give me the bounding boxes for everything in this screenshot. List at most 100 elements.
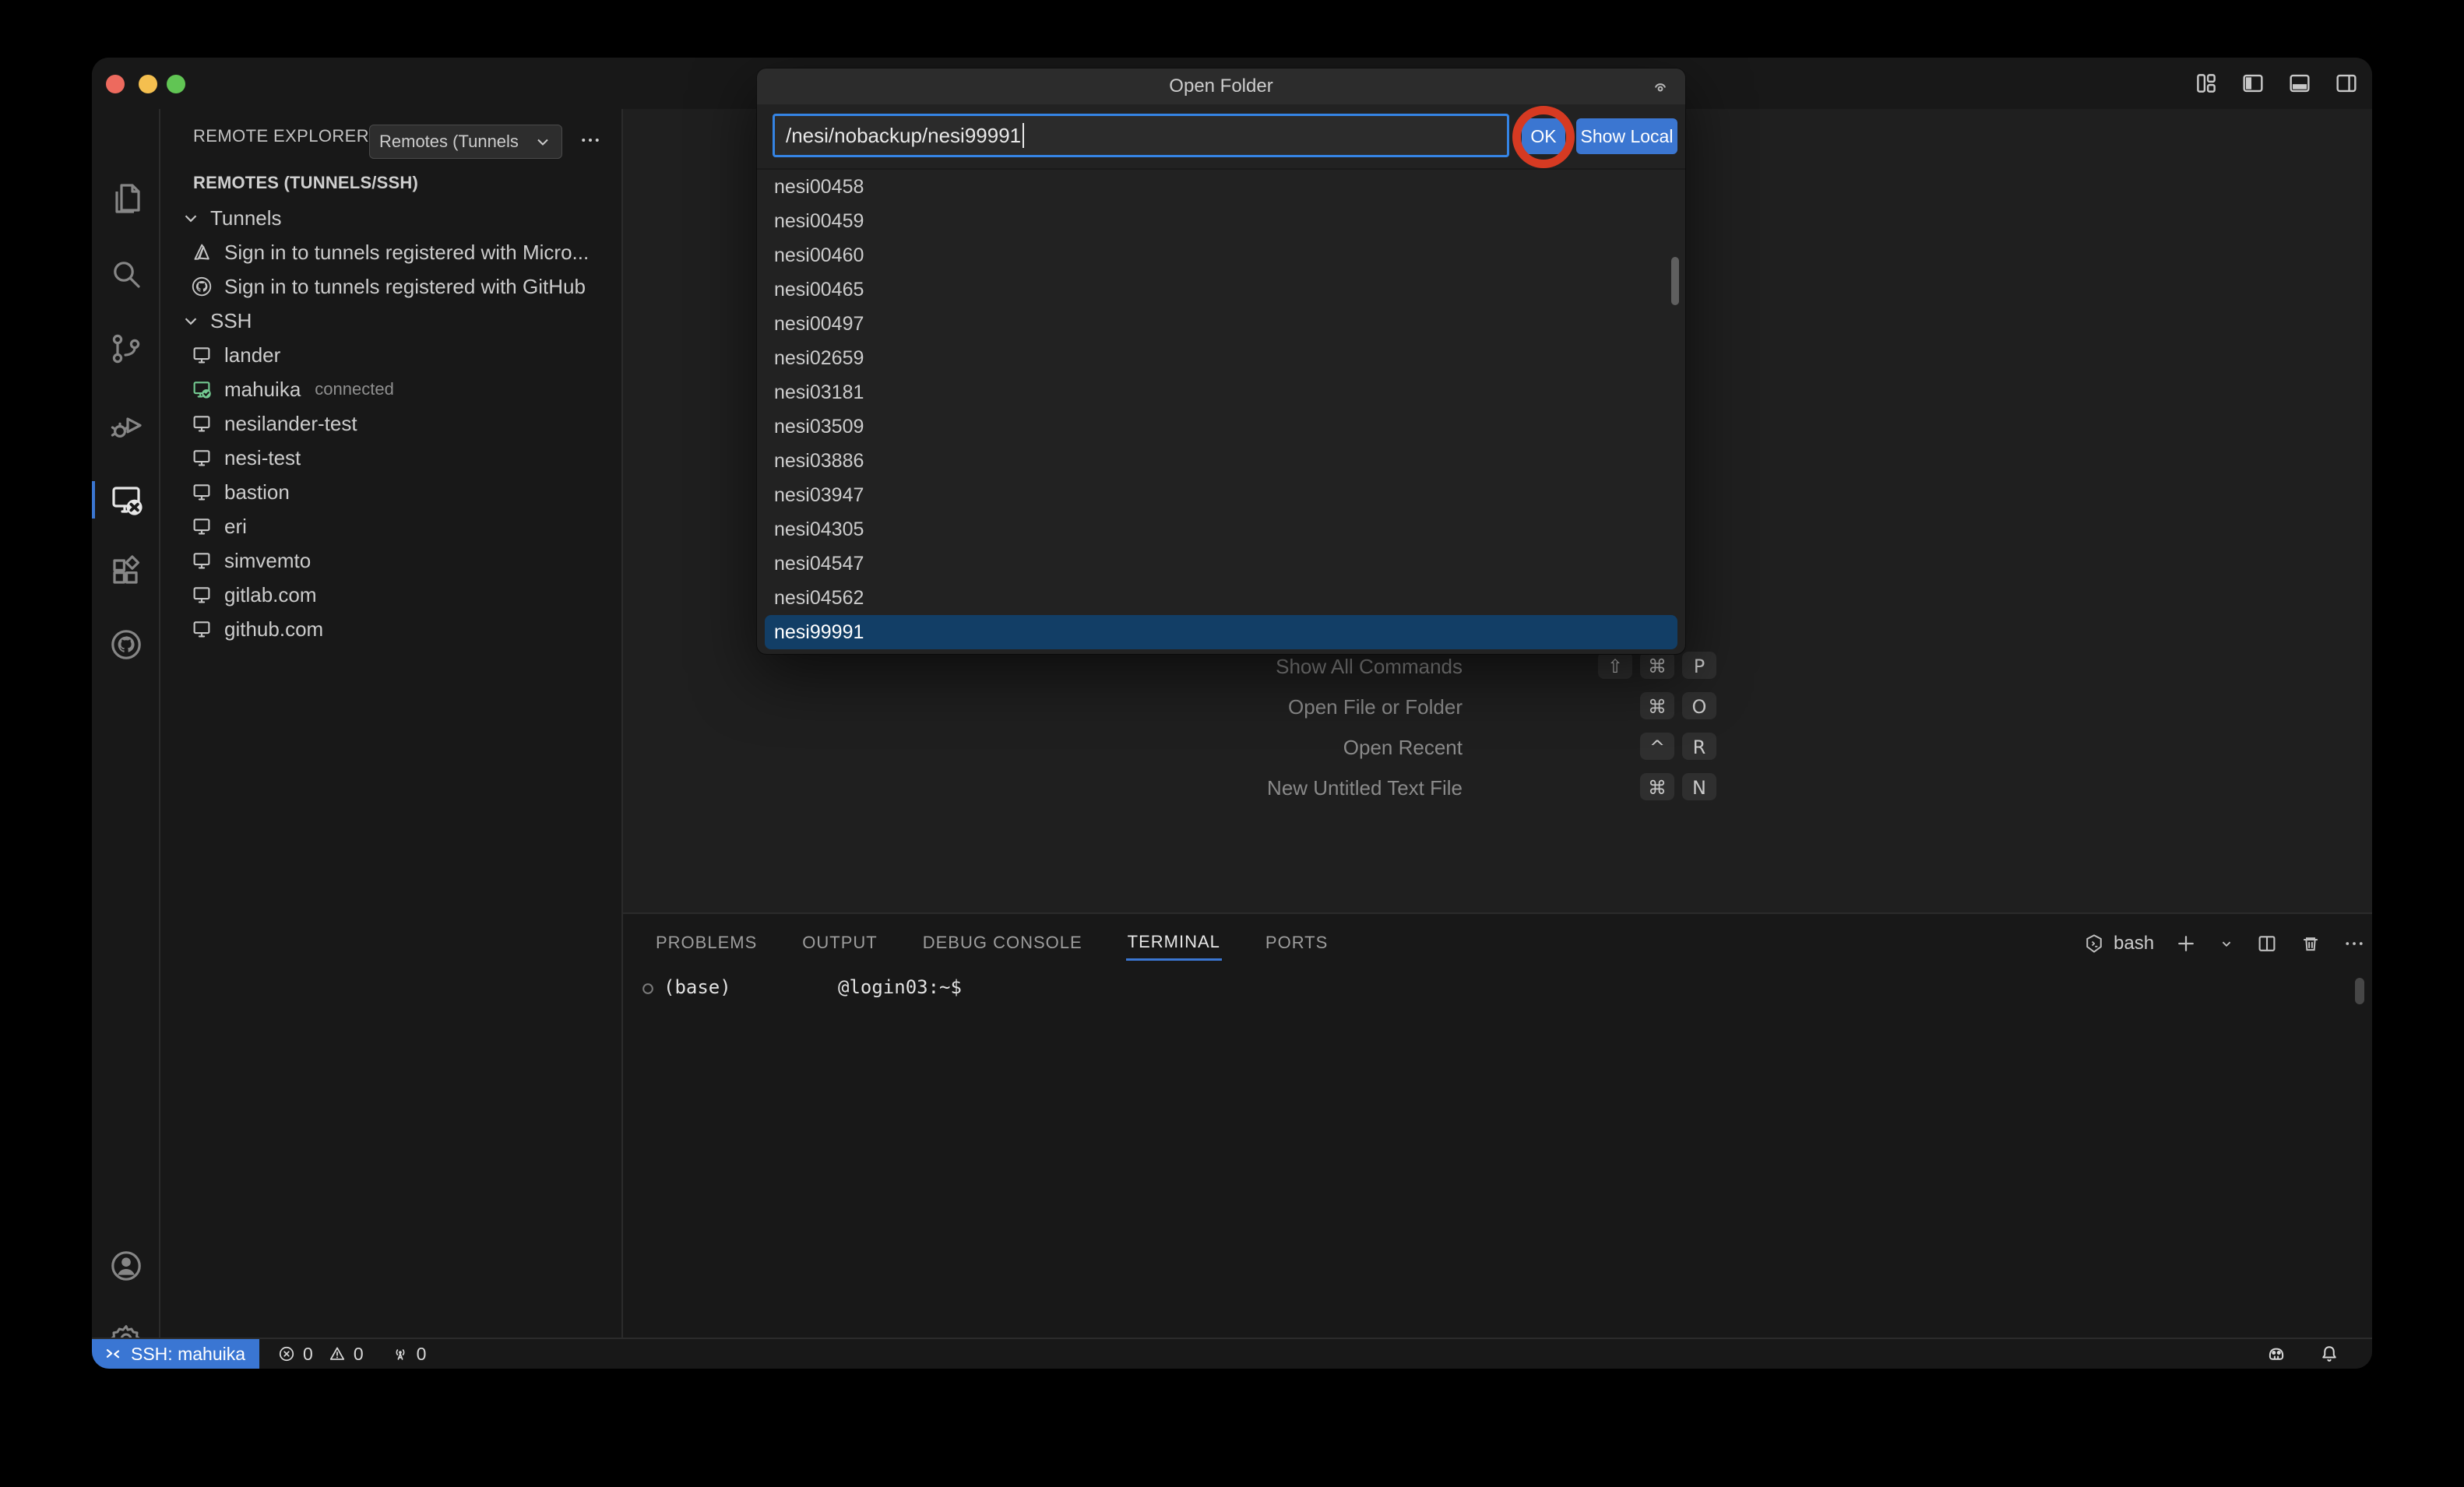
tab-ports[interactable]: PORTS: [1264, 926, 1329, 959]
tab-terminal[interactable]: TERMINAL: [1126, 926, 1222, 961]
tree-item-label: mahuika: [224, 378, 301, 402]
tree-item-nesilander-test[interactable]: nesilander-test: [190, 406, 617, 441]
remotes-type-dropdown[interactable]: Remotes (Tunnels: [369, 125, 562, 159]
tree-item-signin-github[interactable]: Sign in to tunnels registered with GitHu…: [190, 269, 617, 304]
tree-item-label: nesilander-test: [224, 412, 357, 436]
warning-icon: [327, 1344, 347, 1364]
more-actions-icon[interactable]: [576, 123, 604, 157]
list-item[interactable]: nesi00459: [757, 204, 1685, 238]
show-local-button[interactable]: Show Local: [1576, 118, 1677, 154]
tree-group-label: Tunnels: [210, 206, 282, 230]
text-cursor: [1023, 123, 1024, 148]
tree-item-bastion[interactable]: bastion: [190, 475, 617, 509]
radio-tower-icon: [390, 1344, 410, 1364]
desktop: REMOTE EXPLORER Remotes (Tunnels REMOTES…: [0, 0, 2464, 1487]
copilot-icon[interactable]: [2265, 1342, 2288, 1366]
ports-status[interactable]: 0: [390, 1339, 427, 1369]
keycap-letter: O: [1682, 692, 1716, 722]
list-item[interactable]: nesi04562: [757, 581, 1685, 615]
tree-item-label: bastion: [224, 480, 290, 504]
close-window-button[interactable]: [106, 75, 125, 93]
tree-item-label: gitlab.com: [224, 583, 317, 607]
list-item[interactable]: nesi00497: [757, 307, 1685, 341]
watermark-row: Open Recent ^ R: [871, 730, 1716, 765]
toggle-secondary-sidebar-icon[interactable]: [2333, 70, 2360, 97]
list-item[interactable]: nesi03509: [757, 410, 1685, 444]
problems-status[interactable]: 0 0: [276, 1339, 364, 1369]
list-item[interactable]: nesi04547: [757, 547, 1685, 581]
folder-path-input[interactable]: /nesi/nobackup/nesi99991: [773, 114, 1509, 157]
vm-icon: [190, 412, 213, 435]
tree-item-gitlab[interactable]: gitlab.com: [190, 578, 617, 612]
github-view-icon[interactable]: [107, 626, 145, 663]
watermark-command-label: Open Recent: [871, 736, 1463, 760]
launch-profile-chevron-icon[interactable]: [2218, 932, 2235, 955]
customize-layout-icon[interactable]: [2193, 70, 2219, 97]
panel-tab-bar: PROBLEMS OUTPUT DEBUG CONSOLE TERMINAL P…: [654, 922, 1329, 964]
list-item[interactable]: nesi03947: [757, 478, 1685, 512]
search-icon[interactable]: [107, 255, 145, 293]
list-scrollbar-thumb[interactable]: [1671, 257, 1679, 305]
run-debug-icon[interactable]: [107, 406, 145, 444]
tree-item-mahuika[interactable]: mahuika connected: [190, 372, 617, 406]
dialog-titlebar: Open Folder: [757, 69, 1685, 104]
explorer-icon[interactable]: [107, 181, 145, 218]
toggle-primary-sidebar-icon[interactable]: [2240, 70, 2266, 97]
remote-explorer-icon[interactable]: [107, 481, 145, 519]
keycap-ctrl: ^: [1640, 733, 1674, 762]
list-item[interactable]: nesi00460: [757, 238, 1685, 272]
new-terminal-icon[interactable]: [2174, 932, 2198, 955]
vm-icon: [190, 343, 213, 367]
keycap-cmd: ⌘: [1640, 652, 1674, 681]
chevron-down-icon: [533, 132, 552, 151]
connection-status-badge: connected: [315, 379, 394, 399]
tree-item-signin-microsoft[interactable]: Sign in to tunnels registered with Micro…: [190, 235, 617, 269]
vm-icon: [190, 480, 213, 504]
remote-icon: [103, 1344, 123, 1364]
watermark-row: Open File or Folder ⌘O: [871, 690, 1716, 724]
accounts-icon[interactable]: [107, 1247, 145, 1285]
split-terminal-icon[interactable]: [2255, 932, 2279, 955]
keycap-letter: R: [1682, 733, 1716, 762]
list-item[interactable]: nesi02659: [757, 341, 1685, 375]
tree-item-lander[interactable]: lander: [190, 338, 617, 372]
panel-more-actions-icon[interactable]: [2343, 932, 2366, 955]
tree-item-github-com[interactable]: github.com: [190, 612, 617, 646]
list-item[interactable]: nesi00465: [757, 272, 1685, 307]
terminal-shell-selector[interactable]: bash: [2082, 932, 2154, 955]
kill-terminal-trash-icon[interactable]: [2299, 932, 2322, 955]
toggle-panel-icon[interactable]: [2286, 70, 2313, 97]
zoom-window-button[interactable]: [167, 75, 185, 93]
github-icon: [190, 275, 213, 298]
tab-debug-console[interactable]: DEBUG CONSOLE: [921, 926, 1084, 959]
tree-item-nesi-test[interactable]: nesi-test: [190, 441, 617, 475]
list-item[interactable]: nesi04305: [757, 512, 1685, 547]
tab-problems[interactable]: PROBLEMS: [654, 926, 759, 959]
remotes-section-header[interactable]: REMOTES (TUNNELS/SSH): [193, 173, 418, 193]
extensions-icon[interactable]: [107, 553, 145, 590]
watermark-command-label: New Untitled Text File: [871, 776, 1463, 800]
remote-indicator[interactable]: SSH: mahuika: [92, 1339, 259, 1369]
list-item-selected[interactable]: nesi99991: [765, 615, 1677, 649]
terminal-toolbar: bash: [2082, 926, 2372, 961]
list-item[interactable]: nesi03181: [757, 375, 1685, 410]
vm-icon: [190, 515, 213, 538]
shell-label: bash: [2114, 933, 2154, 954]
status-bar: SSH: mahuika 0 0 0: [92, 1338, 2372, 1369]
list-item[interactable]: nesi00458: [757, 170, 1685, 204]
tree-group-ssh[interactable]: SSH: [181, 304, 617, 338]
terminal-prompt-host[interactable]: @login03:~$: [838, 976, 962, 998]
tree-item-simvemto[interactable]: simvemto: [190, 543, 617, 578]
tab-output[interactable]: OUTPUT: [801, 926, 878, 959]
terminal-scrollbar-thumb[interactable]: [2355, 978, 2364, 1004]
list-item[interactable]: nesi03886: [757, 444, 1685, 478]
source-control-icon[interactable]: [107, 330, 145, 367]
screencast-eye-icon[interactable]: [1649, 76, 1671, 97]
watermark-row: New Untitled Text File ⌘N: [871, 771, 1716, 805]
watermark-command-label: Show All Commands: [871, 655, 1463, 679]
minimize-window-button[interactable]: [139, 75, 157, 93]
notifications-bell-icon[interactable]: [2318, 1342, 2341, 1366]
tree-group-tunnels[interactable]: Tunnels: [181, 201, 617, 235]
active-view-indicator: [92, 481, 95, 519]
tree-item-eri[interactable]: eri: [190, 509, 617, 543]
